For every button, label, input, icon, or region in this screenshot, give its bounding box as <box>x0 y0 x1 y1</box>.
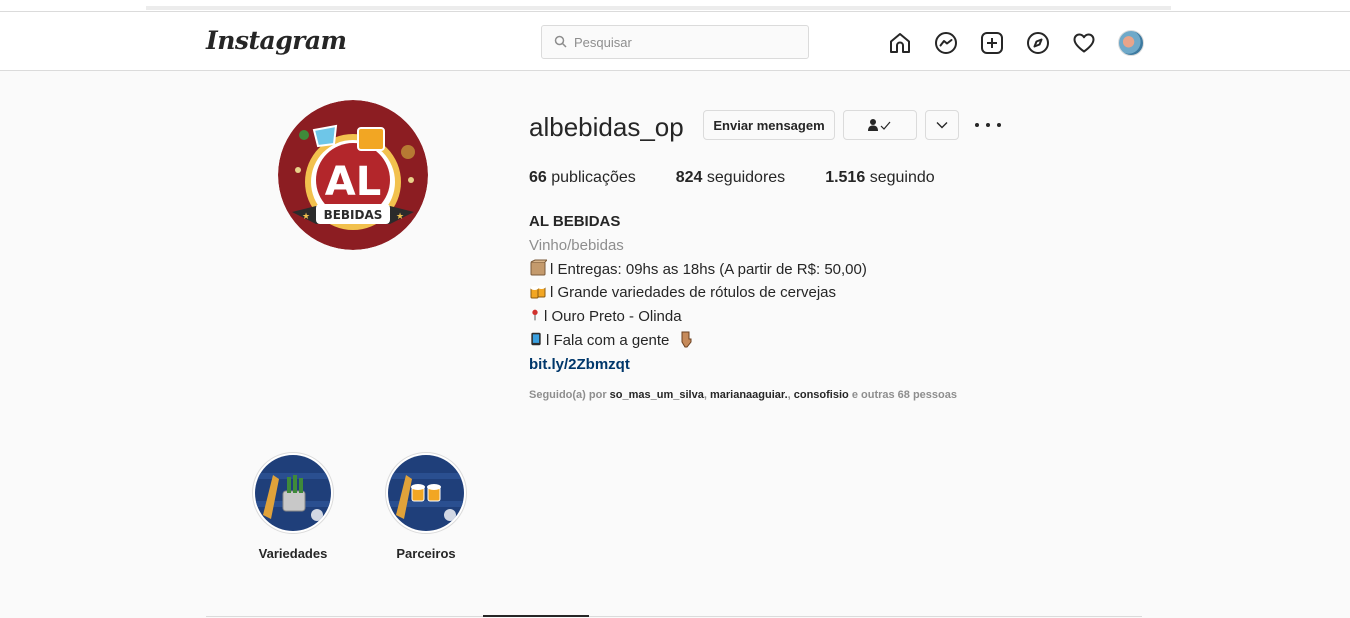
bio-delivery-text: l Entregas: 09hs as 18hs (A partir de R$… <box>550 260 867 278</box>
bio-beers-text: l Grande variedades de rótulos de cervej… <box>550 284 836 302</box>
suggestions-dropdown-button[interactable] <box>925 110 959 140</box>
highlight-cover-image <box>388 455 464 531</box>
followed-by-prefix: Seguido(a) por <box>529 389 607 401</box>
browser-top-strip <box>0 0 1350 11</box>
package-icon <box>530 259 547 276</box>
bio-line-beers: l Grande variedades de rótulos de cervej… <box>529 281 867 305</box>
following-label: seguindo <box>869 169 935 186</box>
search-input[interactable] <box>574 34 794 50</box>
profile-picture[interactable]: AL BEBIDAS ★ ★ <box>278 100 428 250</box>
highlight-ring <box>385 452 467 534</box>
followers-count: 824 <box>675 169 703 186</box>
profile-avatar[interactable] <box>1118 30 1144 56</box>
pushpin-icon <box>532 309 538 321</box>
following-stat[interactable]: 1.516 seguindo <box>825 169 934 187</box>
instagram-logo[interactable]: Instagram <box>206 26 347 55</box>
highlight-cover-image <box>255 455 331 531</box>
messenger-icon[interactable] <box>932 29 960 57</box>
new-post-icon[interactable] <box>978 29 1006 57</box>
dot-icon <box>997 123 1001 127</box>
dot-icon <box>975 123 979 127</box>
story-highlight-parceiros[interactable]: Parceiros <box>376 452 476 561</box>
profile-username: albebidas_op <box>529 112 684 142</box>
tabs-divider <box>206 616 1142 617</box>
profile-bio: AL BEBIDAS Vinho/bebidas l Entregas: 09h… <box>529 210 867 377</box>
bio-contact-text: l Fala com a gente <box>546 331 670 349</box>
avatar-banner-text: BEBIDAS <box>324 208 383 222</box>
followers-stat[interactable]: 824 seguidores <box>676 169 785 187</box>
posts-stat: 66 publicações <box>529 169 636 187</box>
highlight-ring <box>252 452 334 534</box>
followed-by-text: Seguido(a) por so_mas_um_silva, marianaa… <box>529 389 957 401</box>
chevron-down-icon <box>936 122 948 129</box>
send-message-button[interactable]: Enviar mensagem <box>703 110 835 140</box>
dot-icon <box>986 123 990 127</box>
bio-name: AL BEBIDAS <box>529 213 621 230</box>
bio-line-delivery: l Entregas: 09hs as 18hs (A partir de R$… <box>529 258 867 282</box>
bio-line-contact: l Fala com a gente <box>529 329 867 353</box>
nav-icons <box>886 29 1144 57</box>
explore-icon[interactable] <box>1024 29 1052 57</box>
bio-category: Vinho/bebidas <box>529 236 624 254</box>
following-button[interactable] <box>843 110 917 140</box>
bio-location-text: l Ouro Preto - Olinda <box>544 308 682 326</box>
home-icon[interactable] <box>886 29 914 57</box>
user-check-icon <box>868 119 891 131</box>
follower-link-3[interactable]: consofisio <box>794 389 849 401</box>
svg-text:★: ★ <box>396 211 404 221</box>
top-strip-bar <box>146 6 1171 10</box>
search-box[interactable] <box>541 25 809 59</box>
following-count: 1.516 <box>825 169 866 186</box>
svg-text:★: ★ <box>302 211 310 221</box>
posts-count: 66 <box>529 169 547 186</box>
highlight-label: Variedades <box>258 546 328 561</box>
pointing-down-hand-icon <box>681 331 692 348</box>
followed-by-suffix: e outras 68 pessoas <box>851 389 957 401</box>
profile-stats: 66 publicações 824 seguidores 1.516 segu… <box>529 169 975 187</box>
highlight-label: Parceiros <box>396 546 456 561</box>
mobile-phone-icon <box>531 332 541 346</box>
bio-line-location: l Ouro Preto - Olinda <box>529 305 867 329</box>
story-highlight-variedades[interactable]: Variedades <box>243 452 343 561</box>
top-navbar: Instagram <box>0 11 1350 71</box>
followers-label: seguidores <box>706 169 786 186</box>
follower-link-2[interactable]: marianaaguiar. <box>710 389 788 401</box>
avatar-logo-text: AL <box>325 159 381 205</box>
activity-heart-icon[interactable] <box>1070 29 1098 57</box>
beer-mugs-icon <box>530 285 546 299</box>
more-options-button[interactable] <box>975 118 1001 132</box>
bio-link[interactable]: bit.ly/2Zbmzqt <box>529 353 867 377</box>
posts-label: publicações <box>551 169 636 186</box>
follower-link-1[interactable]: so_mas_um_silva <box>610 389 704 401</box>
search-icon <box>554 35 567 48</box>
active-tab-indicator[interactable] <box>483 615 589 617</box>
